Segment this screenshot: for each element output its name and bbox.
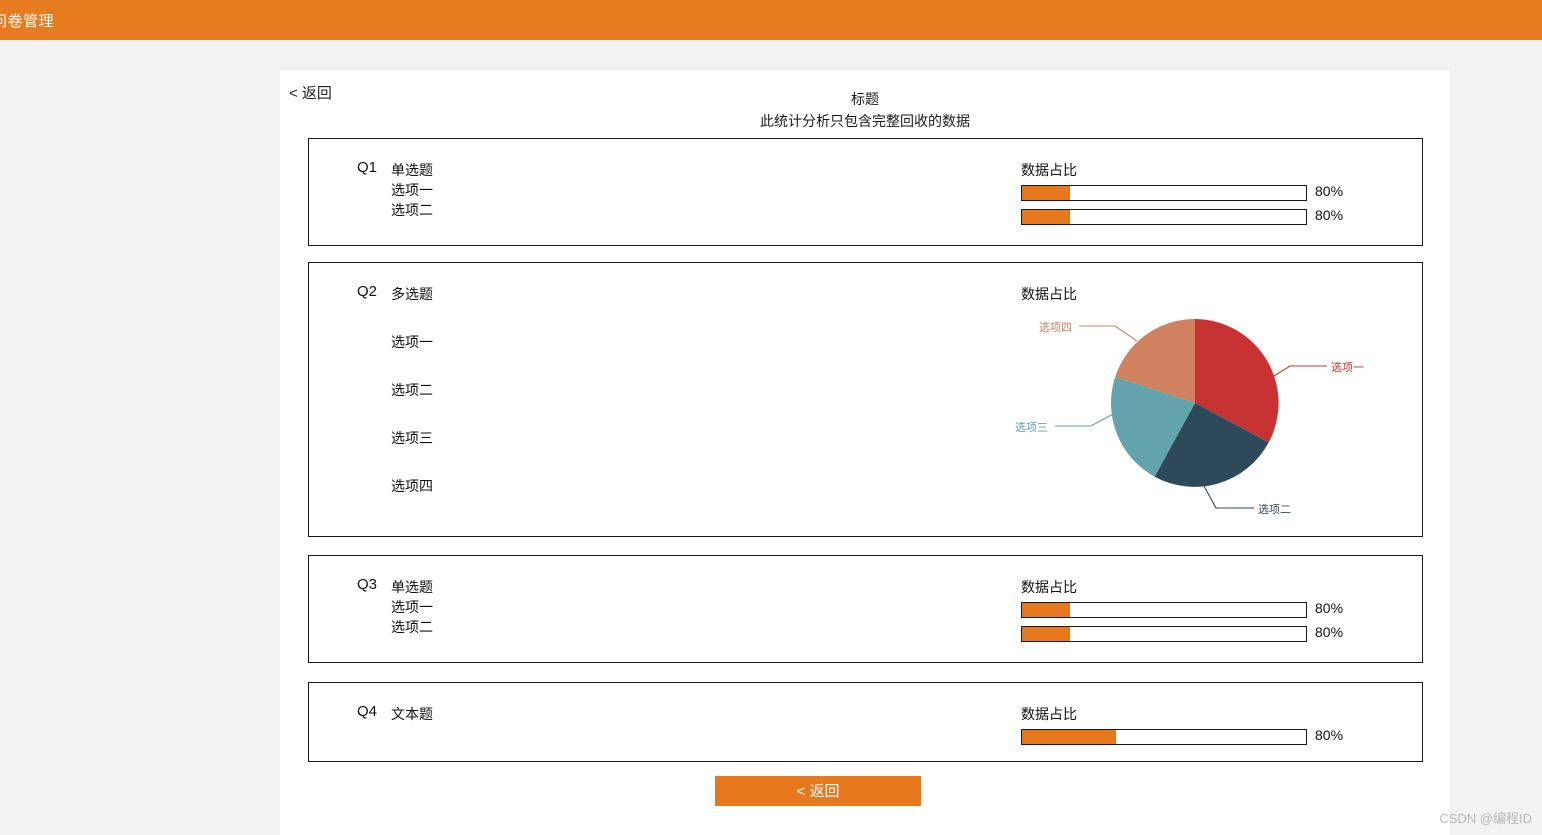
progress-bar-value: 80% [1315, 183, 1344, 199]
progress-bar-track [1021, 602, 1307, 618]
pie-leader-line-option-4 [1079, 325, 1138, 342]
pie-leader-line-option-1 [1265, 365, 1327, 382]
progress-bar-track [1021, 185, 1307, 201]
question-type-label: 多选题 [391, 286, 433, 302]
progress-bar-fill [1022, 627, 1071, 641]
stats-title: 数据占比 [1021, 706, 1077, 722]
watermark: CSDN @编程ID [1439, 811, 1532, 826]
app-title: 问卷管理 [0, 13, 55, 30]
pie-label-option-3: 选项三 [1015, 422, 1048, 434]
progress-bar-track [1021, 626, 1307, 642]
pie-label-option-4: 选项四 [1039, 322, 1072, 334]
question-type-label: 文本题 [391, 706, 433, 722]
progress-bar-track [1021, 729, 1307, 745]
question-option: 选项四 [391, 478, 433, 494]
progress-bar-value: 80% [1315, 600, 1344, 616]
pie-leader-line-option-3 [1055, 412, 1116, 427]
progress-bar-value: 80% [1315, 727, 1344, 743]
progress-bar-value: 80% [1315, 624, 1344, 640]
question-number: Q3 [357, 576, 378, 593]
question-number: Q4 [357, 703, 378, 720]
question-option: 选项二 [391, 382, 433, 398]
question-option: 选项一 [391, 334, 433, 350]
question-option: 选项二 [391, 202, 433, 218]
question-option: 选项二 [391, 619, 433, 635]
pie-label-option-1: 选项一 [1331, 362, 1364, 374]
stats-title: 数据占比 [1021, 579, 1077, 595]
page-title: 标题 [851, 91, 879, 107]
pie-chart: 选项一 选项二 选项三 选项四 [969, 303, 1389, 533]
content-panel: < 返回 标题 此统计分析只包含完整回收的数据 Q1 单选题 选项一 选项二 数… [280, 70, 1450, 835]
progress-bar-fill [1022, 210, 1071, 224]
question-option: 选项一 [391, 182, 433, 198]
question-card-q1: Q1 单选题 选项一 选项二 数据占比 80% 80% [308, 138, 1423, 246]
question-card-q3: Q3 单选题 选项一 选项二 数据占比 80% 80% [308, 555, 1423, 663]
question-number: Q1 [357, 159, 378, 176]
question-card-q4: Q4 文本题 数据占比 80% [308, 682, 1423, 762]
progress-bar-fill [1022, 186, 1071, 200]
page-subtitle: 此统计分析只包含完整回收的数据 [760, 113, 970, 129]
progress-bar-fill [1022, 603, 1071, 617]
question-option: 选项三 [391, 430, 433, 446]
progress-bar-fill [1022, 730, 1116, 744]
pie-chart-svg [1055, 319, 1327, 509]
stats-title: 数据占比 [1021, 286, 1077, 302]
question-number: Q2 [357, 283, 378, 300]
app-header-bar: 问卷管理 [0, 0, 1542, 40]
progress-bar-track [1021, 209, 1307, 225]
progress-bar-value: 80% [1315, 207, 1344, 223]
question-type-label: 单选题 [391, 162, 433, 178]
back-button-bottom[interactable]: < 返回 [715, 776, 921, 806]
question-card-q2: Q2 多选题 选项一 选项二 选项三 选项四 数据占比 选项一 选项二 选项三 … [308, 262, 1423, 537]
pie-leader-line-option-2 [1203, 485, 1254, 509]
question-type-label: 单选题 [391, 579, 433, 595]
question-option: 选项一 [391, 599, 433, 615]
stats-title: 数据占比 [1021, 162, 1077, 178]
pie-label-option-2: 选项二 [1258, 504, 1291, 516]
